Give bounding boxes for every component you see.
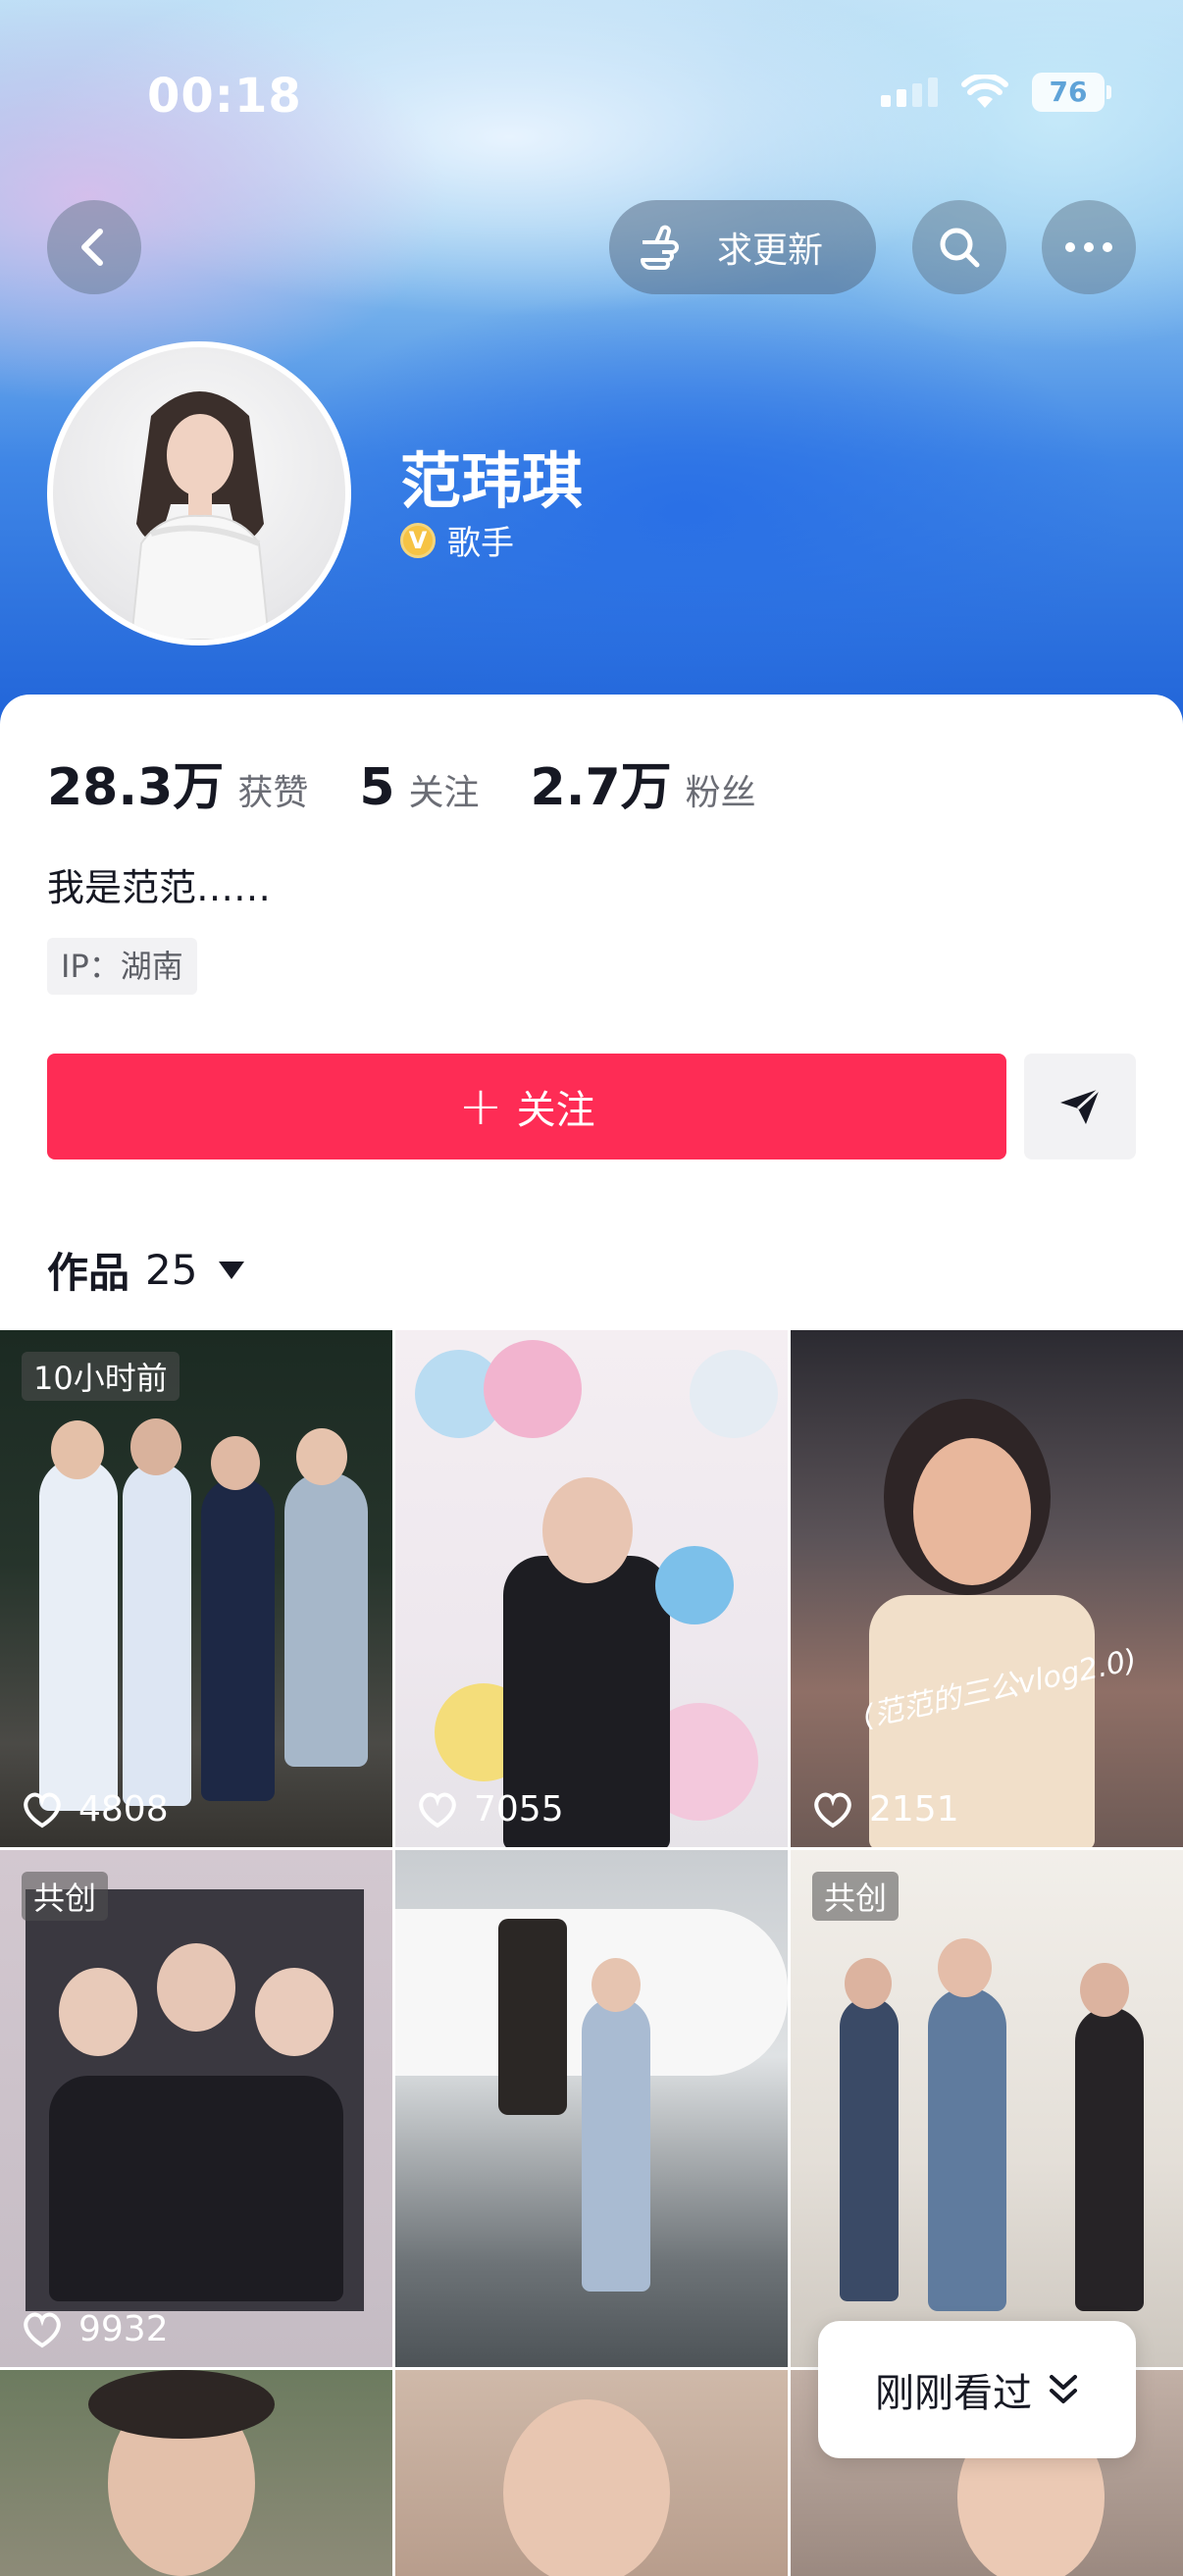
stats-row: 28.3万 获赞 5 关注 2.7万 粉丝	[47, 746, 807, 819]
search-button[interactable]	[912, 200, 1006, 294]
works-tab[interactable]: 作品 25	[47, 1240, 245, 1300]
follow-button[interactable]: + 关注	[47, 1054, 1006, 1159]
wifi-icon	[961, 75, 1008, 108]
double-chevron-down-icon	[1050, 2375, 1077, 2403]
verified-badge-icon: V	[400, 522, 436, 558]
video-tile[interactable]	[0, 2370, 392, 2576]
video-tile[interactable]: 共创	[791, 1850, 1183, 2367]
video-likes-count: 4808	[78, 1789, 169, 1829]
verified-title: 歌手	[447, 524, 514, 563]
recently-viewed-button[interactable]: 刚刚看过	[818, 2321, 1136, 2458]
video-likes: 7055	[417, 1789, 564, 1829]
video-likes: 9932	[22, 2309, 169, 2349]
send-message-button[interactable]	[1024, 1054, 1136, 1159]
video-likes-count: 2151	[869, 1789, 959, 1829]
more-dots-icon	[1065, 242, 1112, 252]
video-tile[interactable]	[395, 2370, 788, 2576]
video-likes-count: 9932	[78, 2309, 169, 2349]
video-tile[interactable]: (范范的三公vlog2.0) 2151	[791, 1330, 1183, 1847]
followers-count[interactable]: 2.7万	[531, 746, 672, 819]
video-tile[interactable]	[395, 1850, 788, 2367]
request-update-label: 求更新	[717, 231, 824, 271]
send-icon	[1060, 1087, 1102, 1124]
request-update-button[interactable]: 求更新	[609, 200, 876, 294]
followers-label[interactable]: 粉丝	[686, 764, 756, 815]
verified-row: V 歌手	[400, 516, 514, 564]
likes-count[interactable]: 28.3万	[47, 746, 224, 819]
following-label[interactable]: 关注	[409, 764, 480, 815]
video-likes: 4808	[22, 1789, 169, 1829]
heart-icon	[814, 1792, 851, 1828]
following-count[interactable]: 5	[359, 758, 394, 817]
status-time: 00:18	[147, 69, 302, 124]
video-tag: 共创	[22, 1872, 109, 1921]
video-tile[interactable]: 10小时前 4808	[0, 1330, 392, 1847]
back-button[interactable]	[47, 200, 141, 294]
plus-icon: +	[458, 1075, 503, 1137]
profile-name: 范玮琪	[400, 445, 584, 517]
search-icon	[940, 228, 980, 268]
video-likes-count: 7055	[474, 1789, 564, 1829]
ip-location-tag: IP：湖南	[47, 938, 197, 995]
avatar-portrait	[129, 391, 271, 640]
video-tile[interactable]: 7055	[395, 1330, 788, 1847]
recently-viewed-label: 刚刚看过	[875, 2371, 1032, 2416]
heart-icon	[24, 1792, 61, 1828]
video-tag: 共创	[812, 1872, 900, 1921]
video-tile[interactable]: 共创 9932	[0, 1850, 392, 2367]
signal-icon	[881, 77, 938, 107]
works-label: 作品	[47, 1249, 130, 1297]
battery-indicator: 76	[1032, 73, 1111, 112]
chevron-left-icon	[81, 229, 103, 266]
video-tag: 10小时前	[22, 1352, 180, 1401]
bio-text: 我是范范……	[47, 866, 272, 909]
video-likes: 2151	[812, 1789, 959, 1829]
avatar[interactable]	[47, 341, 351, 645]
follow-label: 关注	[516, 1088, 595, 1133]
works-count: 25	[145, 1246, 198, 1294]
heart-icon	[24, 2312, 61, 2347]
caret-down-icon	[219, 1261, 245, 1279]
status-icons: 76	[881, 73, 1111, 112]
pointing-hand-icon	[641, 225, 679, 270]
likes-label[interactable]: 获赞	[237, 764, 308, 815]
more-options-button[interactable]	[1042, 200, 1136, 294]
heart-icon	[419, 1792, 456, 1828]
